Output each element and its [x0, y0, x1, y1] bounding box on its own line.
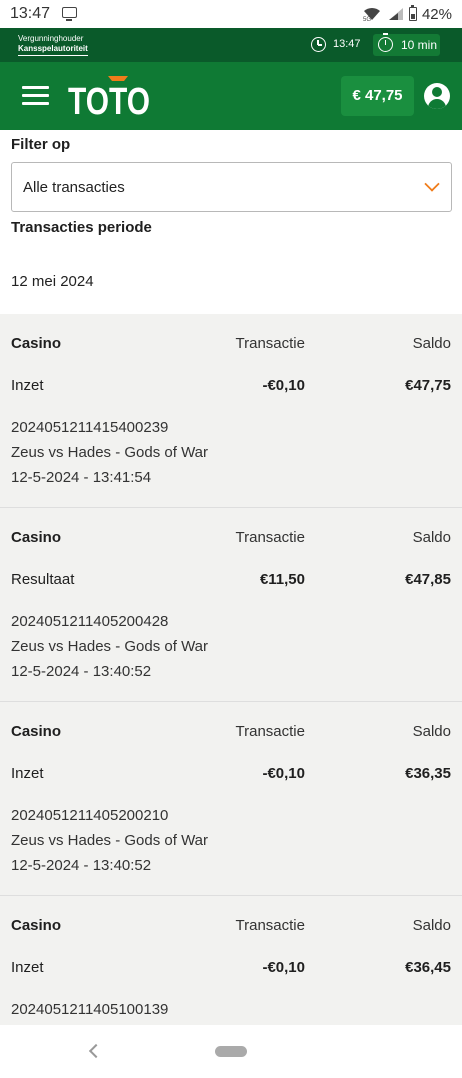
transaction-saldo-header: Saldo	[412, 335, 451, 352]
transaction-id: 2024051211405200428	[11, 613, 169, 630]
filter-label: Filter op	[11, 136, 71, 153]
transaction-id: 2024051211405200210	[11, 807, 169, 824]
transaction-datetime: 12-5-2024 - 13:40:52	[11, 663, 152, 680]
transaction-amount: €11,50	[259, 571, 305, 588]
wifi-icon: 5G	[363, 7, 380, 21]
transaction-amount-header: Transactie	[235, 529, 305, 546]
transaction-card: Casino Transactie Saldo Inzet -€0,10 €47…	[0, 314, 462, 508]
chevron-down-icon	[424, 176, 440, 192]
period-label: Transacties periode	[11, 219, 152, 236]
regulator-bar: Vergunninghouder Kansspelautoriteit 13:4…	[0, 28, 462, 62]
regulator-clock-time: 13:47	[333, 38, 361, 50]
network-label: 5G	[363, 17, 371, 21]
home-pill[interactable]	[215, 1046, 247, 1057]
signal-icon	[388, 8, 403, 20]
transaction-saldo-header: Saldo	[412, 723, 451, 740]
transaction-list[interactable]: Casino Transactie Saldo Inzet -€0,10 €47…	[0, 314, 462, 1025]
balance-button[interactable]: € 47,75	[341, 76, 414, 116]
status-indicators: 5G 42%	[363, 5, 452, 23]
transaction-type: Inzet	[11, 377, 44, 394]
transaction-card: Casino Transactie Saldo Inzet -€0,10 €36…	[0, 896, 462, 1025]
cast-icon	[62, 7, 77, 21]
transaction-category: Casino	[11, 529, 62, 546]
regulator-line2: Kansspelautoriteit	[18, 44, 88, 56]
transaction-category: Casino	[11, 917, 62, 934]
transaction-id: 2024051211415400239	[11, 419, 169, 436]
transaction-game: Zeus vs Hades - Gods of War	[11, 832, 209, 849]
transaction-amount-header: Transactie	[235, 335, 305, 352]
logo-text: TOTO	[68, 81, 150, 122]
account-icon[interactable]	[424, 83, 450, 109]
menu-icon[interactable]	[22, 86, 49, 106]
status-bar: 13:47 5G 42%	[0, 0, 462, 28]
transaction-id: 2024051211405100139	[11, 1001, 169, 1018]
clock-icon	[311, 37, 326, 52]
transaction-game: Zeus vs Hades - Gods of War	[11, 444, 209, 461]
session-timer-badge[interactable]: 10 min	[373, 33, 440, 56]
status-time: 13:47	[10, 5, 51, 22]
filter-value: Alle transacties	[23, 179, 125, 196]
app-header: TOTO € 47,75	[0, 62, 462, 130]
back-icon[interactable]	[88, 1043, 104, 1059]
transaction-datetime: 12-5-2024 - 13:40:52	[11, 857, 152, 874]
transaction-filter-select[interactable]: Alle transacties	[11, 162, 452, 212]
transaction-saldo-header: Saldo	[412, 529, 451, 546]
transaction-category: Casino	[11, 335, 62, 352]
transaction-card: Casino Transactie Saldo Resultaat €11,50…	[0, 508, 462, 702]
transaction-saldo: €36,45	[405, 959, 451, 976]
transaction-saldo: €47,85	[405, 571, 451, 588]
transaction-saldo: €36,35	[405, 765, 451, 782]
battery-percent: 42%	[421, 5, 452, 23]
transaction-type: Inzet	[11, 959, 44, 976]
system-nav-bar	[0, 1025, 462, 1078]
transaction-amount: -€0,10	[262, 959, 305, 976]
period-date[interactable]: 12 mei 2024	[11, 273, 94, 290]
toto-logo[interactable]: TOTO	[68, 70, 158, 122]
transaction-card: Casino Transactie Saldo Inzet -€0,10 €36…	[0, 702, 462, 896]
session-duration: 10 min	[401, 38, 438, 52]
battery-icon	[408, 5, 417, 21]
transaction-game: Zeus vs Hades - Gods of War	[11, 638, 209, 655]
regulator-logo[interactable]: Vergunninghouder Kansspelautoriteit	[18, 34, 88, 56]
regulator-line1: Vergunninghouder	[18, 34, 84, 43]
transaction-category: Casino	[11, 723, 62, 740]
transaction-amount-header: Transactie	[235, 723, 305, 740]
transaction-amount: -€0,10	[262, 765, 305, 782]
timer-icon	[378, 33, 393, 52]
transaction-amount-header: Transactie	[235, 917, 305, 934]
transaction-saldo: €47,75	[405, 377, 451, 394]
transaction-datetime: 12-5-2024 - 13:41:54	[11, 469, 152, 486]
transaction-type: Resultaat	[11, 571, 75, 588]
transaction-amount: -€0,10	[262, 377, 305, 394]
transaction-saldo-header: Saldo	[412, 917, 451, 934]
transaction-type: Inzet	[11, 765, 44, 782]
